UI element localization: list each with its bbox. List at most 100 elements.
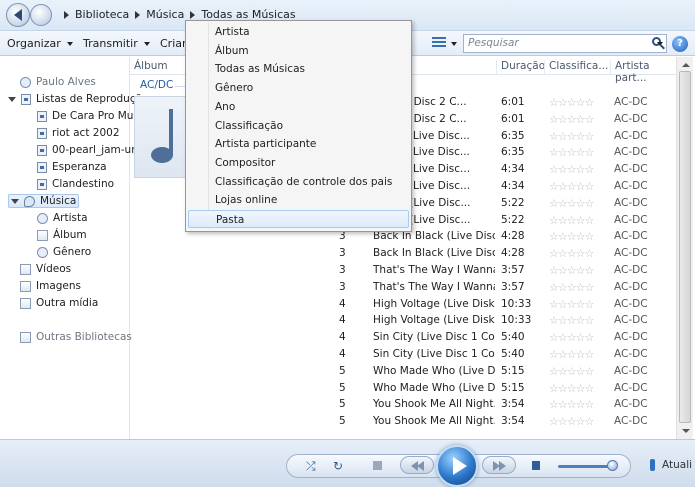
next-button[interactable]	[482, 456, 516, 474]
sidebar-item-videos[interactable]: Vídeos	[20, 263, 71, 275]
stream-menu[interactable]: Transmitir	[83, 37, 150, 50]
sidebar-item-album[interactable]: Álbum	[37, 229, 87, 241]
sidebar-item-other-media[interactable]: Outra mídia	[20, 297, 98, 309]
rating-stars[interactable]: ☆☆☆☆☆	[549, 331, 594, 344]
breadcrumb-library[interactable]: Biblioteca	[75, 8, 129, 21]
menu-item[interactable]: Lojas online	[188, 191, 409, 209]
rating-stars[interactable]: ☆☆☆☆☆	[549, 197, 594, 210]
menu-item[interactable]: Classificação	[188, 117, 409, 135]
create-menu[interactable]: Criar	[160, 37, 187, 50]
column-rating[interactable]: Classifica...	[544, 60, 608, 74]
table-row[interactable]: 5 Who Made Who (Live D... 5:15 ☆☆☆☆☆ AC-DC	[334, 380, 676, 397]
volume-knob[interactable]	[607, 460, 618, 471]
scroll-thumb[interactable]	[679, 71, 691, 423]
chevron-right-icon[interactable]	[190, 10, 196, 19]
menu-item[interactable]: Compositor	[188, 154, 409, 172]
search-dropdown-icon[interactable]	[657, 42, 663, 46]
rating-stars[interactable]: ☆☆☆☆☆	[549, 163, 594, 176]
playlist-label: 00-pearl_jam-un	[52, 144, 138, 156]
table-row[interactable]: 4 Sin City (Live Disc 1 Coll... 5:40 ☆☆☆☆☆ A…	[334, 346, 676, 363]
sidebar-item-music[interactable]: Música	[8, 194, 80, 208]
playlist-label: Clandestino	[52, 178, 115, 190]
scroll-up-icon[interactable]	[682, 63, 690, 67]
stop-button[interactable]	[373, 461, 382, 470]
menu-item[interactable]: Artista participante	[188, 135, 409, 153]
menu-item[interactable]: Artista	[188, 23, 409, 41]
update-label[interactable]: Atuali	[662, 459, 692, 471]
sidebar-item-genre[interactable]: Gênero	[37, 246, 91, 258]
play-button[interactable]	[436, 445, 478, 487]
menu-item[interactable]: Ano	[188, 98, 409, 116]
menu-item[interactable]: Álbum	[188, 42, 409, 60]
rating-stars[interactable]: ☆☆☆☆☆	[549, 146, 594, 159]
help-icon[interactable]: ?	[672, 36, 688, 52]
track-artist: AC-DC	[614, 230, 648, 243]
back-button[interactable]	[6, 3, 30, 27]
expand-icon[interactable]	[11, 198, 19, 204]
rating-stars[interactable]: ☆☆☆☆☆	[549, 247, 594, 260]
sidebar-item-playlist[interactable]: riot act 2002	[37, 127, 120, 139]
track-title: Who Made Who (Live D...	[373, 364, 495, 377]
column-album[interactable]: Álbum	[130, 60, 168, 74]
rating-stars[interactable]: ☆☆☆☆☆	[549, 398, 594, 411]
rating-stars[interactable]: ☆☆☆☆☆	[549, 180, 594, 193]
rating-stars[interactable]: ☆☆☆☆☆	[549, 314, 594, 327]
track-duration: 6:01	[501, 96, 525, 108]
forward-button[interactable]	[30, 4, 52, 26]
breadcrumb-music[interactable]: Música	[146, 8, 184, 21]
rating-stars[interactable]: ☆☆☆☆☆	[549, 96, 594, 109]
rating-stars[interactable]: ☆☆☆☆☆	[549, 113, 594, 126]
sidebar-item-other-libraries[interactable]: Outras Bibliotecas	[20, 331, 132, 343]
table-row[interactable]: 3 Back In Black (Live Disc... 4:28 ☆☆☆☆☆ AC-…	[334, 245, 676, 262]
table-row[interactable]: 3 That's The Way I Wanna... 3:57 ☆☆☆☆☆ AC-DC	[334, 262, 676, 279]
menu-item[interactable]: Todas as Músicas	[188, 60, 409, 78]
sidebar-item-playlist[interactable]: Clandestino	[37, 178, 114, 190]
menu-item[interactable]: Classificação de controle dos pais	[188, 173, 409, 191]
table-row[interactable]: 4 High Voltage (Live Disk... 10:33 ☆☆☆☆☆ AC-…	[334, 296, 676, 313]
track-artist: AC-DC	[614, 297, 648, 310]
rating-stars[interactable]: ☆☆☆☆☆	[549, 298, 594, 311]
next-icon-2	[499, 461, 506, 471]
rating-stars[interactable]: ☆☆☆☆☆	[549, 130, 594, 143]
track-duration: 3:57	[501, 280, 525, 293]
vertical-scrollbar[interactable]	[676, 57, 693, 439]
view-options-icon[interactable]	[432, 37, 446, 48]
sidebar-item-playlist[interactable]: De Cara Pro Mur	[37, 110, 138, 122]
view-caret-icon[interactable]	[451, 42, 457, 46]
volume-icon[interactable]	[532, 461, 540, 470]
previous-button[interactable]	[400, 456, 434, 474]
sidebar-item-images[interactable]: Imagens	[20, 280, 81, 292]
table-row[interactable]: 4 High Voltage (Live Disk... 10:33 ☆☆☆☆☆ AC-…	[334, 312, 676, 329]
rating-stars[interactable]: ☆☆☆☆☆	[549, 281, 594, 294]
column-contributing-artist[interactable]: Artista part...	[610, 60, 676, 84]
chevron-right-icon[interactable]	[135, 10, 141, 19]
table-row[interactable]: 5 You Shook Me All Night... 3:54 ☆☆☆☆☆ AC-DC	[334, 413, 676, 430]
table-row[interactable]: 4 Sin City (Live Disc 1 Coll... 5:40 ☆☆☆☆☆ A…	[334, 329, 676, 346]
scroll-down-icon[interactable]	[682, 429, 690, 433]
rating-stars[interactable]: ☆☆☆☆☆	[549, 348, 594, 361]
rating-stars[interactable]: ☆☆☆☆☆	[549, 264, 594, 277]
menu-item[interactable]: Pasta	[188, 210, 409, 228]
organize-menu[interactable]: Organizar	[7, 37, 73, 50]
table-row[interactable]: 3 That's The Way I Wanna... 3:57 ☆☆☆☆☆ AC-DC	[334, 279, 676, 296]
sidebar-item-user[interactable]: Paulo Alves	[20, 76, 96, 88]
rating-stars[interactable]: ☆☆☆☆☆	[549, 230, 594, 243]
expand-icon[interactable]	[8, 96, 16, 102]
table-row[interactable]: 5 Who Made Who (Live D... 5:15 ☆☆☆☆☆ AC-DC	[334, 363, 676, 380]
rating-stars[interactable]: ☆☆☆☆☆	[549, 382, 594, 395]
shuffle-icon[interactable]: ⤮	[306, 459, 316, 474]
rating-stars[interactable]: ☆☆☆☆☆	[549, 415, 594, 428]
sidebar-item-playlists[interactable]: Listas de Reprodução	[8, 93, 148, 105]
menu-item[interactable]: Gênero	[188, 79, 409, 97]
repeat-icon[interactable]: ↻	[333, 459, 343, 473]
sidebar-item-playlist[interactable]: 00-pearl_jam-un	[37, 144, 138, 156]
search-input[interactable]: Pesquisar	[463, 34, 667, 53]
rating-stars[interactable]: ☆☆☆☆☆	[549, 214, 594, 227]
sidebar-item-artist[interactable]: Artista	[37, 212, 88, 224]
sidebar-item-playlist[interactable]: Esperanza	[37, 161, 107, 173]
column-duration[interactable]: Duração	[496, 60, 545, 74]
rating-stars[interactable]: ☆☆☆☆☆	[549, 365, 594, 378]
track-duration: 6:35	[501, 146, 525, 159]
table-row[interactable]: 5 You Shook Me All Night... 3:54 ☆☆☆☆☆ AC-DC	[334, 396, 676, 413]
track-artist: AC-DC	[614, 314, 648, 327]
